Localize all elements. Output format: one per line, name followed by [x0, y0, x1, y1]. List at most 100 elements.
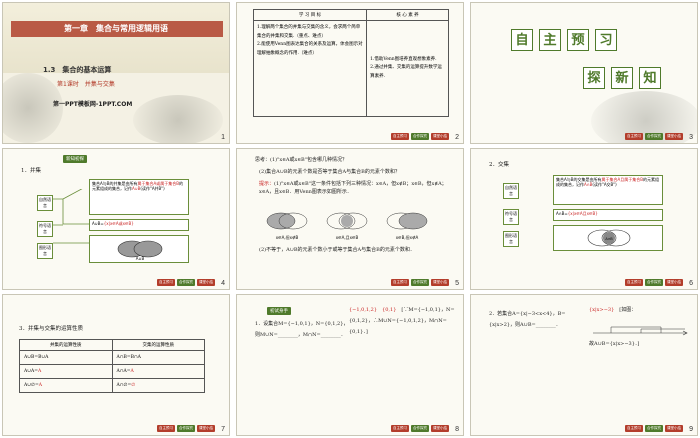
- title-char: 主: [539, 29, 561, 51]
- def-text: (读作"A交B"): [592, 182, 617, 188]
- graphic-box: A∪B: [89, 235, 189, 263]
- nav-button[interactable]: 自主预习: [625, 133, 643, 140]
- nav-button[interactable]: 课堂小结: [665, 425, 683, 432]
- cell-text: A∩∅=: [116, 383, 132, 388]
- page-number: 6: [689, 280, 693, 287]
- nav-button[interactable]: 课堂小结: [431, 425, 449, 432]
- nav-button[interactable]: 课堂小结: [197, 279, 215, 286]
- slide-nav-bar: 自主预习 合作探究 课堂小结: [391, 279, 449, 286]
- nav-button[interactable]: 自主预习: [157, 425, 175, 432]
- hint-label: 提示：: [259, 181, 275, 187]
- cell-text: A∪A=: [24, 369, 39, 374]
- nav-button[interactable]: 合作探究: [177, 279, 195, 286]
- section-tag: 新知初探: [63, 155, 87, 163]
- slide-thumbnail-4[interactable]: 新知初探 1．并集 自然语言 符号语言 图形语言 集合A与B的并集是由所有属于集…: [2, 148, 230, 290]
- slide-thumbnail-2[interactable]: 学 习 目 标 核 心 素 养 1.理解两个集合的并集与交集的含义，会求两个简单…: [236, 2, 464, 144]
- symbolic-box: A∪B={x|x∈A或x∈B}: [89, 219, 189, 231]
- nav-button[interactable]: 合作探究: [411, 279, 429, 286]
- ink-decoration: [3, 73, 63, 143]
- venn-label: A∪B: [136, 256, 145, 261]
- nav-button[interactable]: 自主预习: [391, 279, 409, 286]
- page-number: 9: [689, 426, 693, 433]
- page-number: 2: [455, 134, 459, 141]
- cell-text: A∪∅=: [24, 383, 39, 388]
- page-number: 8: [455, 426, 459, 433]
- nav-button[interactable]: 合作探究: [411, 133, 429, 140]
- nav-button[interactable]: 合作探究: [645, 133, 663, 140]
- title-char: 习: [595, 29, 617, 51]
- slide-nav-bar: 自主预习 合作探究 课堂小结: [157, 425, 215, 432]
- label-graphic: 图形语言: [37, 243, 53, 259]
- sym-fill: {x|x∈A或x∈B}: [103, 221, 134, 226]
- nav-button[interactable]: 合作探究: [645, 425, 663, 432]
- section-title-chars: 自主预习: [511, 29, 617, 51]
- page-number: 4: [221, 280, 225, 287]
- venn-diagram: A∩B: [587, 229, 631, 247]
- slide-thumbnail-9[interactable]: 2．若集合A={x|−3<x<4}，B={x|x>2}，则A∪B=_______…: [470, 294, 698, 436]
- slide-thumbnail-6[interactable]: 2．交集 自然语言 符号语言 图形语言 集合A与B的交集是由所有属于集合A且属于…: [470, 148, 698, 290]
- literacy-cell: 1.借助Venn图培养直观想象素养. 2.通过并集、交集的运算提升数学运算素养.: [366, 20, 449, 117]
- definition-box: 集合A与B的并集是由所有属于集合A或属于集合B的元素组成的集合，记作A∪B(读作…: [89, 179, 189, 215]
- slide-thumbnail-8[interactable]: 初试身手 1．设集合M={−1,0,1}，N={0,1,2}，则M∪N=____…: [236, 294, 464, 436]
- title-char: 预: [567, 29, 589, 51]
- nav-button[interactable]: 合作探究: [411, 425, 429, 432]
- venn-caption: x∈A,且x∈B: [336, 235, 359, 240]
- slide-heading: 1．并集: [21, 168, 41, 174]
- cell-text: A∩A=: [116, 369, 131, 374]
- title-char: 新: [611, 67, 633, 89]
- nav-button[interactable]: 自主预习: [625, 279, 643, 286]
- slide-thumbnail-1[interactable]: 第一章 集合与常用逻辑用语 1.3 集合的基本运算 第1课时 并集与交集 第一P…: [2, 2, 230, 144]
- goals-cell: 1.理解两个集合的并集与交集的含义，会求两个简单集合的并集和交集.（重点、难点）…: [252, 20, 368, 117]
- table-cell: A∪A=A: [19, 364, 113, 379]
- nav-button[interactable]: 课堂小结: [197, 425, 215, 432]
- nav-button[interactable]: 自主预习: [391, 133, 409, 140]
- nav-button[interactable]: 合作探究: [645, 279, 663, 286]
- title-band: [3, 3, 229, 73]
- answer-2: (2)不等于，A∪B的元素个数小于或等于集合A与集合B的元素个数和．: [259, 247, 415, 253]
- cell-fill: ∅: [131, 383, 136, 388]
- venn-three-cases: x∈A,但x∉B x∈A,且x∈B x∈B,但x∉A: [266, 212, 428, 240]
- slide-nav-bar: 自主预习 合作探究 课堂小结: [157, 279, 215, 286]
- label-graphic: 图形语言: [503, 231, 519, 247]
- venn-caption: x∈B,但x∉A: [396, 234, 419, 240]
- question-2: (2)集合A∪B的元素个数是否等于集合A与集合B的元素个数和？: [259, 169, 400, 175]
- table-cell: A∩A=A: [111, 364, 205, 379]
- slide-thumbnail-5[interactable]: 思考：(1)"x∈A或x∈B"包含哪几种情况？ (2)集合A∪B的元素个数是否等…: [236, 148, 464, 290]
- label-symbolic: 符号语言: [37, 221, 53, 237]
- symbolic-box: A∩B={x|x∈A且x∈B}: [553, 209, 663, 221]
- venn-diagram: A∪B: [117, 240, 163, 261]
- cell-fill: A: [38, 369, 42, 374]
- lesson-title: 第1课时 并集与交集: [57, 81, 115, 88]
- slide-nav-bar: 自主预习 合作探究 课堂小结: [391, 133, 449, 140]
- table-cell: A∩B=B∩A: [111, 350, 205, 365]
- nav-button[interactable]: 自主预习: [157, 279, 175, 286]
- title-char: 自: [511, 29, 533, 51]
- table-header: 核 心 素 养: [366, 9, 449, 21]
- hint-paragraph: 提示：(1)"x∈A或x∈B"这一条件包括下列三种情况：x∈A，但x∉B；x∈B…: [259, 181, 455, 197]
- nav-button[interactable]: 合作探究: [177, 425, 195, 432]
- page-number: 1: [221, 134, 225, 141]
- nav-button[interactable]: 课堂小结: [431, 279, 449, 286]
- question-1: 1．设集合M={−1,0,1}，N={0,1,2}，则M∪N=________，…: [255, 321, 349, 338]
- slide-nav-bar: 自主预习 合作探究 课堂小结: [625, 279, 683, 286]
- chapter-title: 第一章 集合与常用逻辑用语: [64, 24, 168, 33]
- slide-thumbnail-7[interactable]: 3．并集与交集的运算性质 并集的运算性质 交集的运算性质 A∪B=B∪A A∩B…: [2, 294, 230, 436]
- nav-button[interactable]: 自主预习: [391, 425, 409, 432]
- answer-conclusion: 故A∪B={x|x>−3}．]: [589, 341, 640, 347]
- objectives-table: 学 习 目 标 核 心 素 养 1.理解两个集合的并集与交集的含义，会求两个简单…: [252, 9, 449, 117]
- label-natural: 自然语言: [37, 195, 53, 211]
- nav-button[interactable]: 课堂小结: [665, 133, 683, 140]
- number-line-icon: [593, 326, 688, 336]
- page-number: 5: [455, 280, 459, 287]
- sym-fill: {x|x∈A且x∈B}: [567, 211, 598, 216]
- hint-text: (1)"x∈A或x∈B"这一条件包括下列三种情况：x∈A，但x∉B；x∈B，但x…: [259, 181, 447, 195]
- answer-union: {x|x>−3}: [589, 307, 615, 313]
- question-1: 思考：(1)"x∈A或x∈B"包含哪几种情况？: [255, 157, 348, 163]
- slide-heading: 3．并集与交集的运算性质: [19, 326, 84, 332]
- nav-button[interactable]: 课堂小结: [431, 133, 449, 140]
- nav-button[interactable]: 课堂小结: [665, 279, 683, 286]
- nav-button[interactable]: 自主预习: [625, 425, 643, 432]
- table-cell: A∪∅=A: [19, 378, 113, 393]
- slide-thumbnail-3[interactable]: 自主预习 探新知 3 自主预习 合作探究 课堂小结: [470, 2, 698, 144]
- venn-label: A∩B: [605, 237, 613, 241]
